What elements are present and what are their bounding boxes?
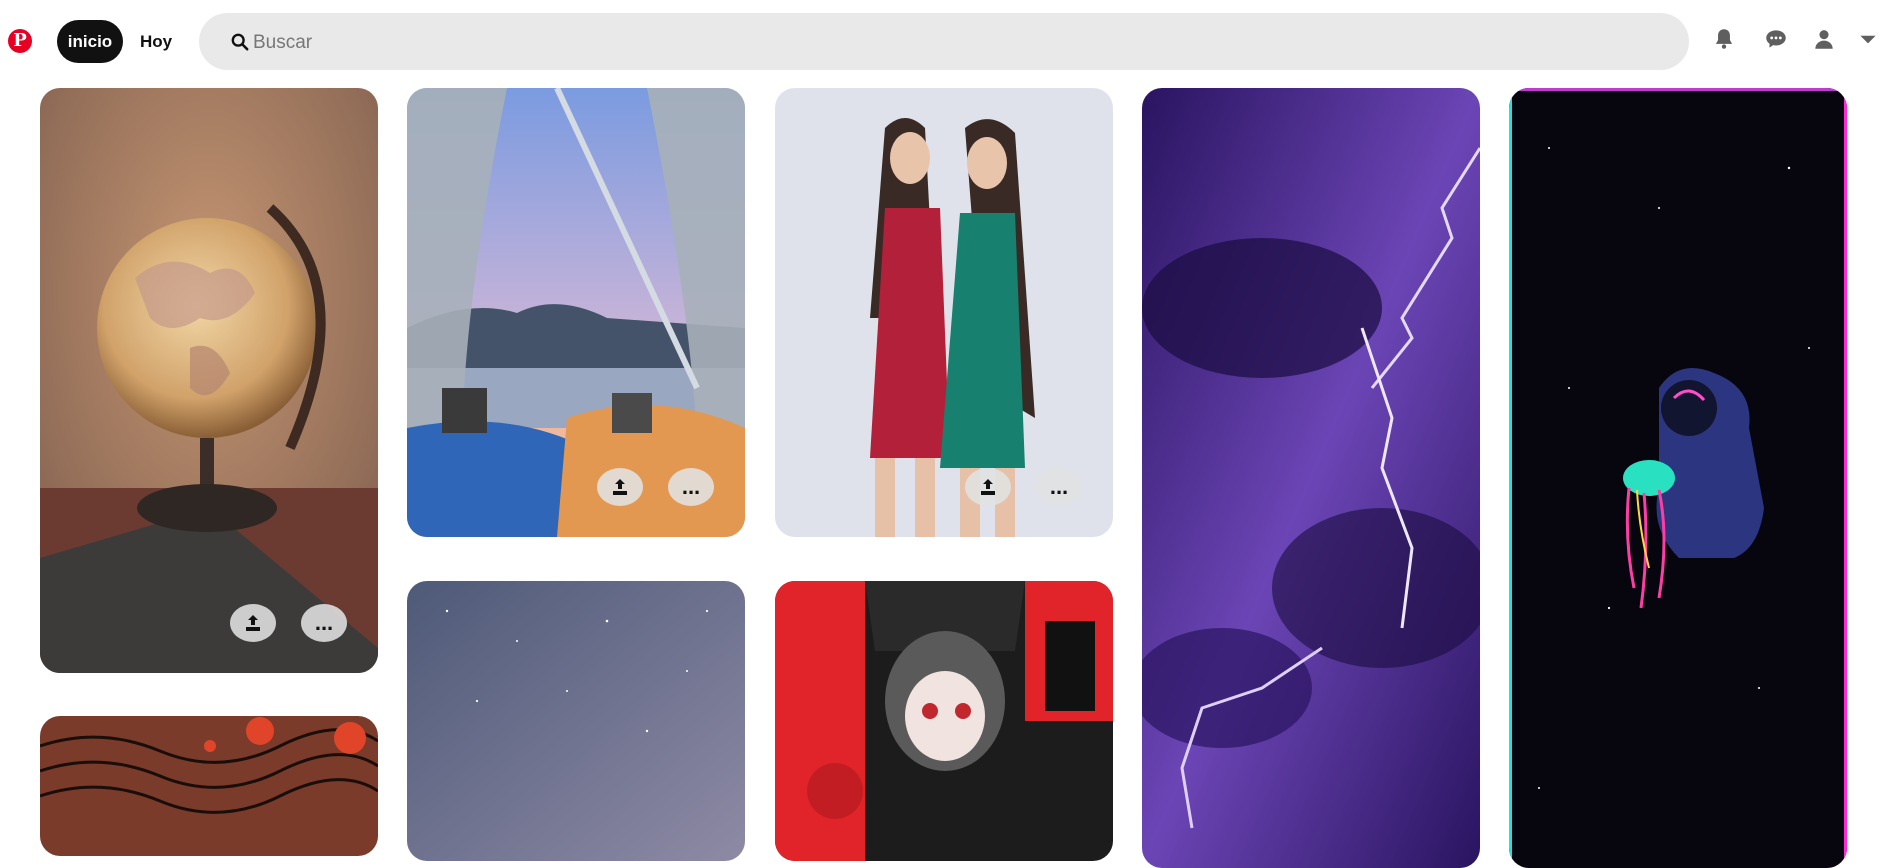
pin-globe[interactable]: ...: [40, 88, 378, 673]
search-bar[interactable]: [199, 13, 1689, 72]
pin-image: [1509, 88, 1847, 868]
nav-inicio[interactable]: inicio: [57, 20, 123, 63]
pin-image: [407, 581, 745, 861]
pinterest-logo-icon[interactable]: P: [8, 29, 32, 53]
more-options-button[interactable]: ...: [301, 604, 347, 642]
pin-red-waves[interactable]: [40, 716, 378, 856]
nav-hoy[interactable]: Hoy: [138, 20, 174, 63]
save-pin-button[interactable]: [597, 468, 643, 506]
save-pin-button[interactable]: [965, 468, 1011, 506]
upload-icon: [246, 615, 260, 631]
pin-image: [1142, 88, 1480, 868]
upload-icon: [981, 479, 995, 495]
pin-tent-view[interactable]: ...: [407, 88, 745, 537]
pin-lightning[interactable]: [1142, 88, 1480, 868]
pin-image: [775, 581, 1113, 861]
bell-icon[interactable]: [1711, 26, 1737, 52]
user-icon[interactable]: [1811, 26, 1837, 52]
pin-image: [40, 88, 378, 673]
pin-starry-sky[interactable]: [407, 581, 745, 861]
chevron-down-icon[interactable]: [1855, 26, 1876, 52]
more-options-button[interactable]: ...: [1036, 468, 1082, 506]
more-options-button[interactable]: ...: [668, 468, 714, 506]
search-input[interactable]: [251, 13, 1655, 72]
pin-anime[interactable]: [775, 581, 1113, 861]
pin-image: [40, 716, 378, 856]
save-pin-button[interactable]: [230, 604, 276, 642]
top-bar: P inicio Hoy: [0, 0, 1880, 82]
upload-icon: [613, 479, 627, 495]
pin-two-girls[interactable]: ...: [775, 88, 1113, 537]
chat-icon[interactable]: [1763, 26, 1789, 52]
search-icon: [231, 33, 249, 51]
pin-astronaut[interactable]: [1509, 88, 1847, 868]
